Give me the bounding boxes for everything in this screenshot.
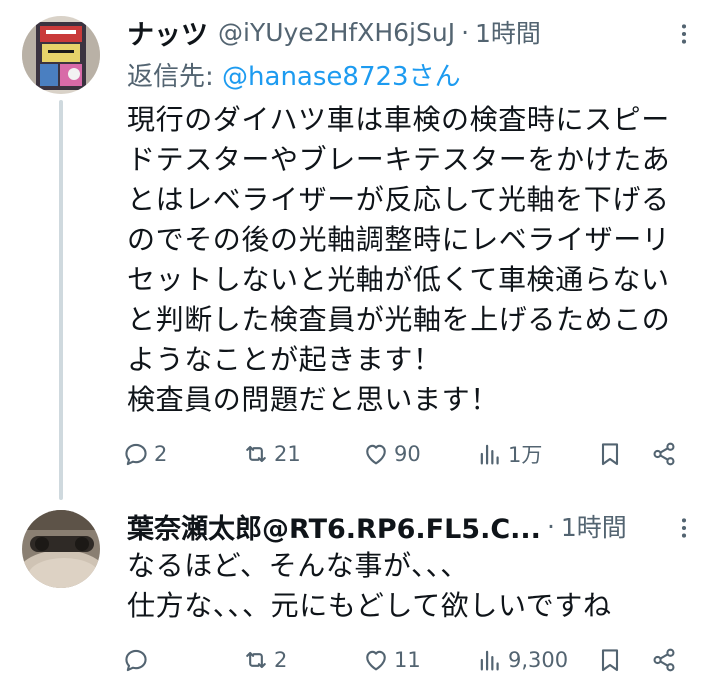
reply-icon <box>125 443 147 466</box>
avatar-photo-image <box>22 510 100 588</box>
like-button[interactable]: 11 <box>362 640 421 680</box>
bookmark-icon <box>601 649 619 672</box>
reply-to-suffix: さん <box>408 62 461 92</box>
views-count: 9,300 <box>508 648 569 672</box>
views-icon <box>480 444 499 465</box>
timestamp[interactable]: 1時間 <box>475 14 541 50</box>
views-count: 1万 <box>508 443 543 467</box>
like-count: 11 <box>394 648 421 672</box>
avatar[interactable] <box>22 510 100 588</box>
tweet-text: 現行のダイハツ車は車検の検査時にスピー ドテスターやブレーキテスターをかけたあ … <box>127 103 671 416</box>
tweet-2[interactable]: 葉奈瀬太郎@RT6.RP6.FL5.C... · 1時間 なるほど、そんな事が、… <box>0 490 720 691</box>
reply-to-prefix: 返信先: <box>127 62 223 92</box>
separator-dot: · <box>546 511 555 541</box>
share-button[interactable] <box>644 434 684 474</box>
display-name[interactable]: ナッツ <box>127 13 208 52</box>
share-icon <box>653 648 675 672</box>
separator-dot: · <box>461 17 470 47</box>
action-bar: 2 11 9,300 <box>120 640 702 680</box>
more-icon <box>681 518 687 538</box>
retweet-icon <box>246 651 266 669</box>
tweet-text: なるほど、そんな事が、、、 仕方な、、、元にもどして欲しいですね <box>127 549 612 622</box>
share-icon <box>653 442 675 466</box>
bookmark-button[interactable] <box>590 434 630 474</box>
more-icon <box>681 24 687 44</box>
retweet-count: 21 <box>274 442 301 466</box>
thread-line <box>59 100 63 500</box>
reply-to-mention[interactable]: @hanase8723 <box>222 62 409 92</box>
avatar-collage-image <box>22 16 100 94</box>
like-count: 90 <box>394 442 421 466</box>
views-icon <box>480 650 499 671</box>
tweet-header: ナッツ @iYUye2HfXH6jSuJ · 1時間 <box>127 12 700 52</box>
display-name[interactable]: 葉奈瀬太郎@RT6.RP6.FL5.C... <box>127 507 541 546</box>
more-button[interactable] <box>664 14 704 54</box>
user-handle[interactable]: @iYUye2HfXH6jSuJ <box>218 18 455 47</box>
share-button[interactable] <box>644 640 684 680</box>
like-button[interactable]: 90 <box>362 434 421 474</box>
tweet-header: 葉奈瀬太郎@RT6.RP6.FL5.C... · 1時間 <box>127 506 700 546</box>
avatar[interactable] <box>22 16 100 94</box>
retweet-count: 2 <box>274 648 288 672</box>
action-bar: 2 21 90 1万 <box>120 434 702 474</box>
bookmark-icon <box>601 443 619 466</box>
reply-icon <box>125 649 147 672</box>
more-button[interactable] <box>664 508 704 548</box>
retweet-icon <box>246 445 266 463</box>
bookmark-button[interactable] <box>590 640 630 680</box>
retweet-button[interactable]: 21 <box>242 434 301 474</box>
reply-count: 2 <box>154 442 168 466</box>
tweet-1[interactable]: ナッツ @iYUye2HfXH6jSuJ · 1時間 返信先: @hanase8… <box>0 0 720 500</box>
reply-to-line: 返信先: @hanase8723さん <box>127 56 461 93</box>
like-icon <box>366 444 386 465</box>
views-button[interactable]: 1万 <box>476 434 542 474</box>
retweet-button[interactable]: 2 <box>242 640 287 680</box>
reply-button[interactable] <box>122 640 154 680</box>
reply-button[interactable]: 2 <box>122 434 167 474</box>
like-icon <box>366 650 386 671</box>
timestamp[interactable]: 1時間 <box>561 508 627 544</box>
views-button[interactable]: 9,300 <box>476 640 568 680</box>
